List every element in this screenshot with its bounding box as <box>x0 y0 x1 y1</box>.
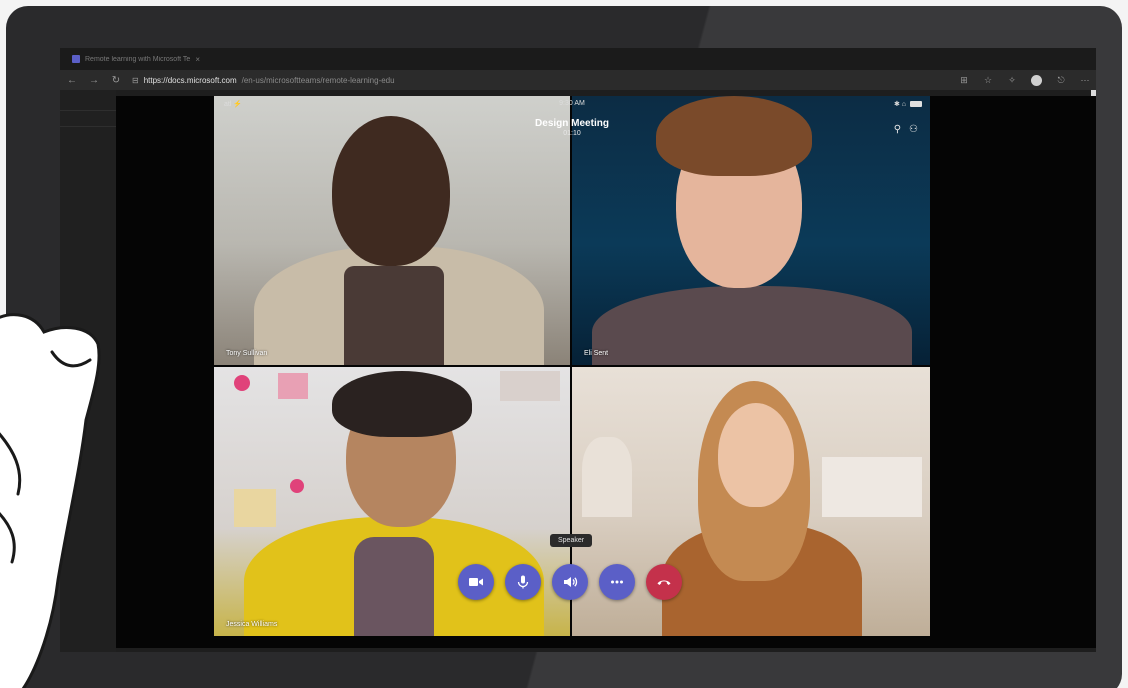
head-shape <box>332 116 450 266</box>
browser-toolbar: ⊞ ☆ ✧ ⎋ ⋯ <box>959 74 1090 86</box>
system-status: ✱ ⌂ <box>894 100 922 108</box>
url-path: /en-us/microsoftteams/remote-learning-ed… <box>241 75 395 85</box>
hair-shape <box>332 371 472 437</box>
call-top-actions: ⚲ ⚇ <box>894 124 918 135</box>
share-icon[interactable]: ⎋ <box>1056 75 1066 85</box>
turtleneck-shape <box>354 537 434 636</box>
collections-icon[interactable]: ✧ <box>1007 75 1017 85</box>
bookshelf <box>822 457 922 517</box>
speaker-button[interactable] <box>552 564 588 600</box>
meeting-duration: 01:10 <box>563 130 581 137</box>
back-button[interactable]: ← <box>66 75 78 86</box>
video-toggle-button[interactable] <box>458 564 494 600</box>
speaker-tooltip: Speaker <box>550 534 593 547</box>
tab-close-icon[interactable]: × <box>195 55 200 64</box>
refresh-button[interactable]: ↻ <box>110 75 122 86</box>
shirt-shape <box>592 286 912 365</box>
head-shape <box>718 403 794 507</box>
teams-call-view: Tony Sullivan Eli Sent Jessica Williams … <box>116 96 1096 648</box>
lamp <box>582 437 632 517</box>
hang-up-icon <box>657 580 671 585</box>
wall-note <box>278 373 308 399</box>
video-camera-icon <box>469 578 483 586</box>
tab-strip: Remote learning with Microsoft Teams × <box>60 48 1096 70</box>
favorite-star-icon[interactable]: ☆ <box>983 75 993 85</box>
favicon-icon <box>72 55 80 63</box>
sweater-shape <box>344 266 444 365</box>
hang-up-button[interactable] <box>646 564 682 600</box>
tab-title: Remote learning with Microsoft Teams <box>85 55 191 63</box>
browser-tab[interactable]: Remote learning with Microsoft Teams × <box>66 51 206 67</box>
wall-note-pink <box>234 375 250 391</box>
more-options-button[interactable] <box>599 564 635 600</box>
more-menu-icon[interactable]: ⋯ <box>1080 75 1090 85</box>
participant-name: Jessica Williams <box>226 621 278 628</box>
signal-status: ✱ ⌂ <box>893 101 906 108</box>
lock-icon: ⊟ <box>132 75 139 85</box>
call-controls <box>458 564 682 600</box>
stage: Remote learning with Microsoft Teams × ←… <box>0 0 1128 688</box>
participant-name: Tony Sullivan <box>226 350 268 357</box>
divider <box>60 126 116 127</box>
wall-note-pink <box>290 479 304 493</box>
forward-button[interactable]: → <box>88 75 100 86</box>
hand-illustration <box>0 313 101 688</box>
url-input[interactable]: ⊟ https://docs.microsoft.com/en-us/micro… <box>132 73 949 87</box>
divider <box>60 110 116 111</box>
mute-button[interactable] <box>505 564 541 600</box>
more-dots-icon <box>611 580 623 584</box>
speaker-icon <box>564 577 578 587</box>
battery-icon <box>910 101 922 107</box>
zoom-icon[interactable]: ⚲ <box>894 124 901 135</box>
url-host: https://docs.microsoft.com <box>143 75 237 85</box>
clock-status: 9:30 AM <box>559 100 585 107</box>
participant-name: Eli Sent <box>584 350 609 357</box>
address-bar: ← → ↻ ⊟ https://docs.microsoft.com/en-us… <box>60 70 1096 90</box>
meeting-title: Design Meeting <box>535 118 609 129</box>
profile-avatar[interactable] <box>1031 74 1042 86</box>
video-grid: Tony Sullivan Eli Sent Jessica Williams … <box>214 96 930 636</box>
tablet-device: Remote learning with Microsoft Teams × ←… <box>6 6 1122 688</box>
wall-note <box>234 489 276 527</box>
microphone-icon <box>517 575 529 589</box>
add-participant-icon[interactable]: ⚇ <box>909 124 918 135</box>
wall-note <box>500 371 560 401</box>
reading-view-icon[interactable]: ⊞ <box>959 75 969 85</box>
